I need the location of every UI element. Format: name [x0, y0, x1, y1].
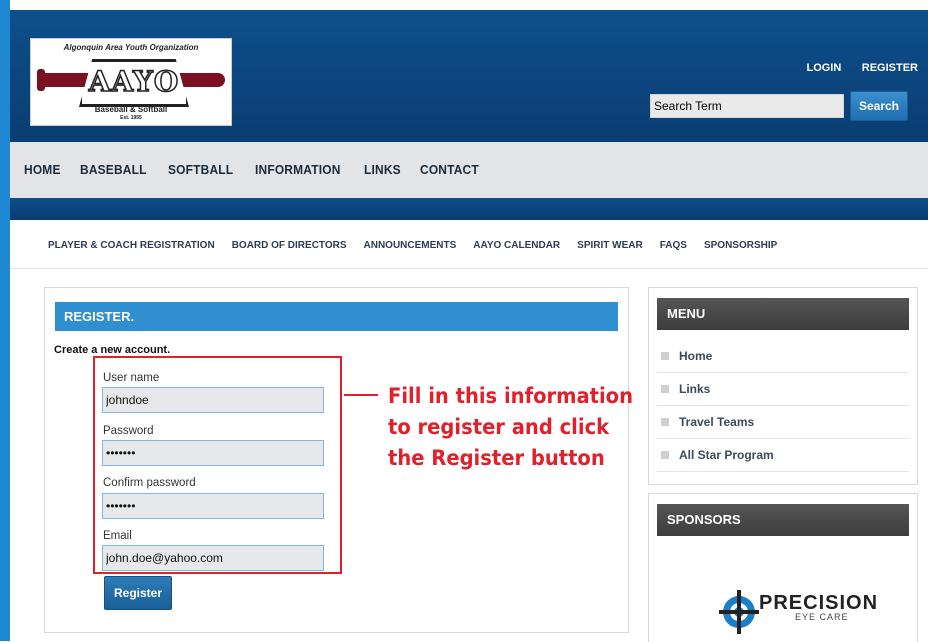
logo-subtitle: Baseball & Softball: [94, 105, 168, 114]
sponsors-title: SPONSORS: [657, 504, 909, 536]
register-link[interactable]: REGISTER: [862, 62, 918, 74]
aayo-logo[interactable]: Algonquin Area Youth Organization AAYO B…: [30, 38, 232, 126]
menu-item-label: Travel Teams: [679, 415, 755, 429]
nav-softball[interactable]: SOFTBALL: [168, 142, 233, 198]
sponsor-logo[interactable]: PRECISION EYE CARE: [719, 590, 877, 640]
callout-connector-line: [344, 394, 378, 396]
username-field[interactable]: [102, 387, 324, 413]
subnav-faqs[interactable]: FAQS: [660, 240, 687, 251]
sub-nav: PLAYER & COACH REGISTRATION BOARD OF DIR…: [48, 240, 794, 251]
nav-information[interactable]: INFORMATION: [255, 142, 341, 198]
callout-annotation: Fill in this information to register and…: [388, 381, 639, 474]
main-nav: HOME BASEBALL SOFTBALL INFORMATION LINKS…: [10, 142, 928, 198]
subnav-announcements[interactable]: ANNOUNCEMENTS: [364, 240, 457, 251]
menu-item-label: Links: [679, 382, 711, 396]
menu-item-label: All Star Program: [679, 448, 774, 462]
logo-org-name: Algonquin Area Youth Organization: [63, 43, 199, 52]
callout-line-1: Fill in this information: [388, 384, 634, 408]
confirm-password-label: Confirm password: [103, 477, 196, 489]
square-bullet-icon: [661, 352, 669, 360]
sub-nav-divider: [10, 268, 928, 269]
menu-item-home[interactable]: Home: [657, 340, 909, 373]
square-bullet-icon: [661, 418, 669, 426]
page-left-border: [0, 0, 10, 641]
nav-contact[interactable]: CONTACT: [420, 142, 479, 198]
site-header: Algonquin Area Youth Organization AAYO B…: [10, 10, 928, 142]
callout-line-2: to register and click: [388, 415, 610, 439]
menu-item-label: Home: [679, 349, 713, 363]
subnav-board[interactable]: BOARD OF DIRECTORS: [232, 240, 347, 251]
callout-line-3: the Register button: [388, 446, 605, 470]
menu-item-all-star[interactable]: All Star Program: [657, 439, 909, 472]
menu-item-links[interactable]: Links: [657, 373, 909, 406]
menu-title: MENU: [657, 298, 909, 330]
nav-home[interactable]: HOME: [24, 142, 61, 198]
side-menu-panel: MENU Home Links Travel Teams All Star Pr…: [648, 287, 918, 485]
username-label: User name: [103, 372, 160, 384]
logo-established: Est. 1955: [120, 115, 142, 121]
side-menu-list: Home Links Travel Teams All Star Program: [657, 340, 909, 472]
square-bullet-icon: [661, 451, 669, 459]
search-input[interactable]: [650, 94, 844, 118]
eye-crosshair-icon: [719, 590, 759, 634]
create-account-text: Create a new account.: [54, 344, 171, 356]
subnav-calendar[interactable]: AAYO CALENDAR: [473, 240, 560, 251]
sponsor-subtitle: EYE CARE: [795, 612, 849, 622]
search-button[interactable]: Search: [850, 91, 908, 121]
password-field[interactable]: [102, 440, 324, 466]
logo-letters: AAYO: [88, 64, 180, 99]
nav-divider-strip: [10, 198, 928, 220]
subnav-registration[interactable]: PLAYER & COACH REGISTRATION: [48, 240, 215, 251]
menu-item-travel-teams[interactable]: Travel Teams: [657, 406, 909, 439]
square-bullet-icon: [661, 385, 669, 393]
nav-baseball[interactable]: BASEBALL: [80, 142, 147, 198]
login-link[interactable]: LOGIN: [806, 62, 841, 74]
email-field[interactable]: [102, 545, 324, 571]
nav-links[interactable]: LINKS: [364, 142, 401, 198]
subnav-sponsorship[interactable]: SPONSORSHIP: [704, 240, 777, 251]
email-label: Email: [103, 530, 132, 542]
page: Algonquin Area Youth Organization AAYO B…: [10, 10, 928, 642]
password-label: Password: [103, 425, 154, 437]
sponsors-panel: SPONSORS PRECISION EYE CARE: [648, 493, 918, 642]
confirm-password-field[interactable]: [102, 493, 324, 519]
register-title: REGISTER.: [55, 302, 618, 331]
subnav-spirit-wear[interactable]: SPIRIT WEAR: [577, 240, 643, 251]
register-button[interactable]: Register: [104, 576, 172, 610]
account-links: LOGIN REGISTER: [790, 58, 918, 76]
